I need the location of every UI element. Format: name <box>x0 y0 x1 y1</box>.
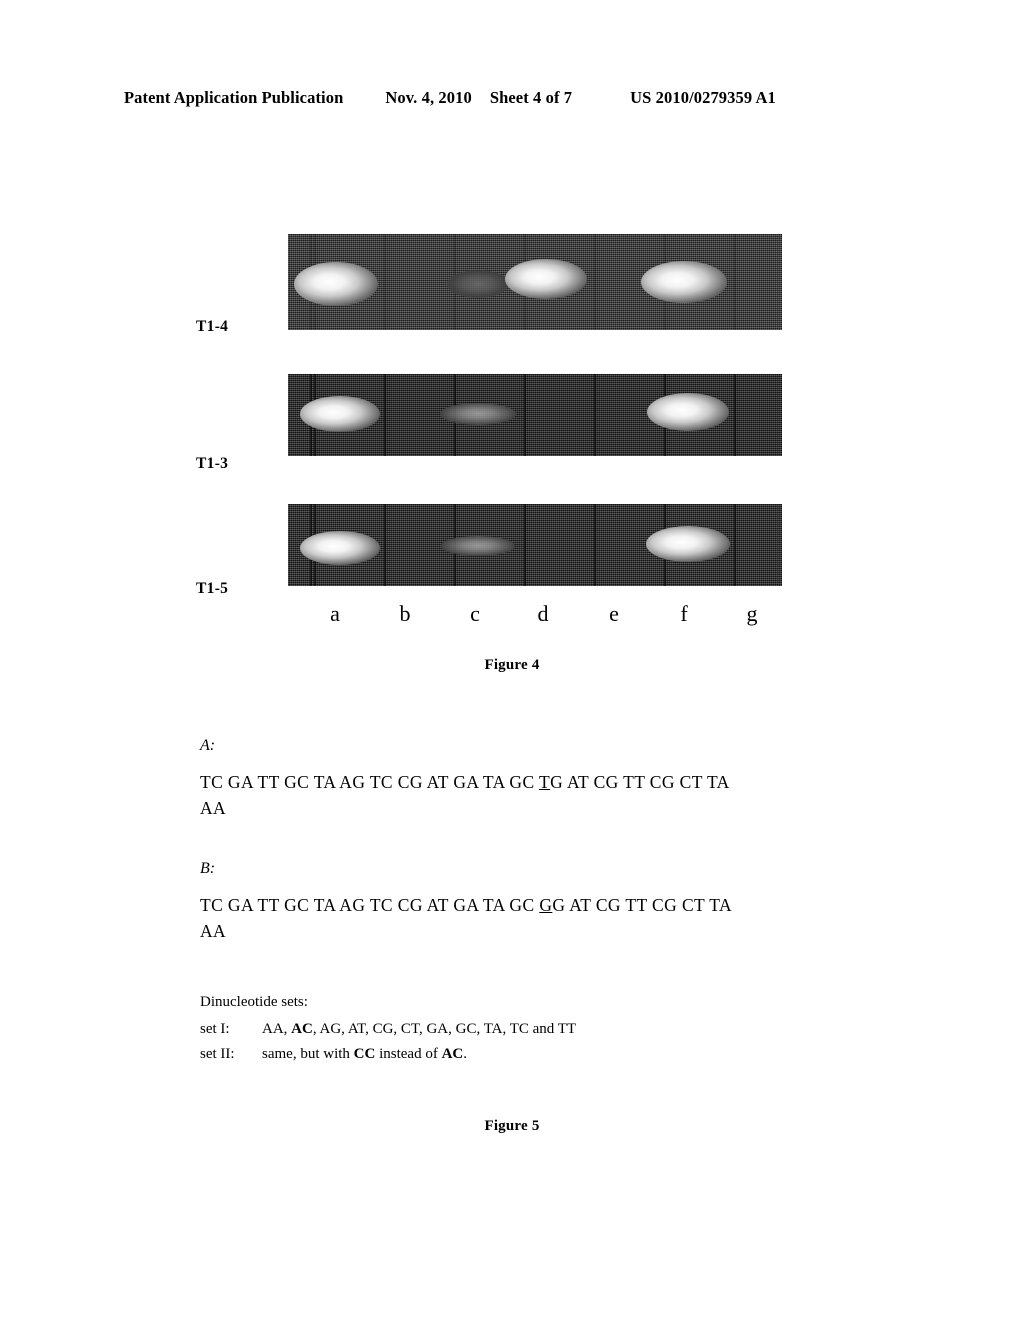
dinucleotide-set-1-row: set I: AA, AC, AG, AT, CG, CT, GA, GC, T… <box>200 1017 840 1042</box>
sequence-b-line-1: TC GA TT GC TA AG TC CG AT GA TA GC GG A… <box>200 892 840 918</box>
sequence-a-line-1-before: TC GA TT GC TA AG TC CG AT GA TA GC <box>200 772 539 792</box>
sequence-b-line-2: AA <box>200 921 227 941</box>
figure-4: T1-4 T1-3 T1-5 a b c d e f g Figure 4 <box>0 0 1024 690</box>
sequence-a-line-1: TC GA TT GC TA AG TC CG AT GA TA GC TG A… <box>200 769 840 795</box>
lane-letter-f: f <box>680 601 688 626</box>
dinucleotide-set-2-row: set II: same, but with CC instead of AC. <box>200 1042 840 1067</box>
sequence-b-line-1-before: TC GA TT GC TA AG TC CG AT GA TA GC <box>200 895 540 915</box>
dinucleotide-sets-block: Dinucleotide sets: set I: AA, AC, AG, AT… <box>200 990 840 1067</box>
gel-panel-label-t1-5: T1-5 <box>196 580 229 597</box>
gel-lane-dividers <box>288 374 782 456</box>
lane-letter-b: b <box>399 601 411 626</box>
sequence-b-group: B: TC GA TT GC TA AG TC CG AT GA TA GC G… <box>200 858 840 944</box>
gel-panel-label-t1-4: T1-4 <box>196 318 229 335</box>
sequence-a-line-2: AA <box>200 798 227 818</box>
set-1-before: AA, <box>262 1021 292 1037</box>
lane-letter-d: d <box>537 601 549 626</box>
gel-panel-t1-4 <box>288 234 782 330</box>
dinucleotide-set-1-value: AA, AC, AG, AT, CG, CT, GA, GC, TA, TC a… <box>262 1017 840 1042</box>
dinucleotide-sets-title: Dinucleotide sets: <box>200 994 308 1010</box>
gel-lane-dividers <box>288 504 782 586</box>
dinucleotide-set-2-value: same, but with CC instead of AC. <box>262 1042 840 1067</box>
sequence-a-label: A: <box>200 737 216 754</box>
lane-letter-g: g <box>746 601 758 626</box>
gel-lane-letters: a b c d e f g <box>288 600 782 632</box>
dinucleotide-set-1-key: set I: <box>200 1021 230 1037</box>
sequence-a-line-1-after: G AT CG TT CG CT TA <box>550 772 730 792</box>
sequence-b-label: B: <box>200 860 216 877</box>
figure-5-caption: Figure 5 <box>484 1118 540 1134</box>
figure-4-caption: Figure 4 <box>484 657 540 673</box>
set-1-after: , AG, AT, CG, CT, GA, GC, TA, TC and TT <box>312 1021 577 1037</box>
set-2-highlight-cc: CC <box>353 1046 376 1062</box>
lane-letter-e: e <box>609 601 619 626</box>
set-2-highlight-ac: AC <box>441 1046 464 1062</box>
gel-panel-t1-3 <box>288 374 782 456</box>
sequence-b-variant-base: G <box>539 895 553 915</box>
gel-panel-t1-5 <box>288 504 782 586</box>
dinucleotide-set-2-key: set II: <box>200 1046 235 1062</box>
set-2-middle: instead of <box>375 1046 442 1062</box>
set-1-highlight: AC <box>291 1021 313 1037</box>
lane-letter-a: a <box>330 601 340 626</box>
set-2-after: . <box>463 1046 467 1062</box>
sequence-a-group: A: TC GA TT GC TA AG TC CG AT GA TA GC T… <box>200 735 840 821</box>
lane-letter-c: c <box>470 601 480 626</box>
sequence-b-line-1-after: G AT CG TT CG CT TA <box>552 895 732 915</box>
gel-lane-dividers <box>288 234 782 330</box>
gel-panel-label-t1-3: T1-3 <box>196 455 229 472</box>
set-2-before: same, but with <box>262 1046 354 1062</box>
sequence-a-variant-base: T <box>539 772 551 792</box>
